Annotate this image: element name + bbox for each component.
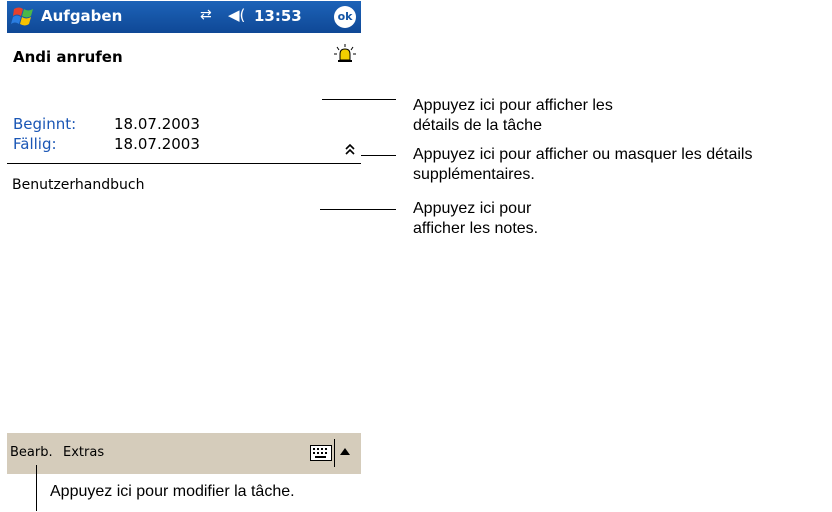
clock-time[interactable]: 13:53: [254, 7, 302, 25]
menu-bar: Bearb. Extras: [7, 432, 361, 474]
annotation-text: afficher les notes.: [413, 220, 539, 237]
alarm-bell-icon: [334, 44, 356, 62]
edit-callout-line: [36, 465, 37, 511]
due-date: 18.07.2003: [114, 135, 200, 153]
edit-menu[interactable]: Bearb.: [10, 445, 53, 460]
notes-callout-line: [320, 209, 396, 210]
annotation-text: Appuyez ici pour afficher ou masquer les…: [413, 146, 753, 163]
details-callout-line: [322, 99, 396, 100]
windows-flag-icon[interactable]: [11, 4, 37, 30]
annotation-text: Appuyez ici pour afficher les: [413, 97, 613, 114]
app-title: Aufgaben: [41, 7, 123, 25]
annotation-text: détails de la tâche: [413, 117, 542, 130]
double-chevron-up-icon[interactable]: [343, 142, 357, 156]
pocket-pc-screen: Aufgaben ⇄ ◀( 13:53 ok Andi anrufen Begi…: [7, 1, 361, 474]
toggle-callout-line: [361, 155, 396, 156]
annotation-text: Appuyez ici pour: [413, 200, 532, 217]
annotation-text: supplémentaires.: [413, 166, 535, 183]
notes-text[interactable]: Benutzerhandbuch: [12, 177, 144, 193]
triangle-up-icon[interactable]: [340, 448, 350, 455]
connectivity-icon[interactable]: ⇄: [200, 7, 212, 23]
input-separator: [334, 439, 335, 467]
keyboard-icon[interactable]: [310, 445, 332, 461]
toggle-annotation: Appuyez ici pour afficher ou masquer les…: [413, 145, 752, 185]
notes-annotation: Appuyez ici pour afficher les notes.: [413, 199, 538, 239]
start-date: 18.07.2003: [114, 115, 200, 133]
speaker-icon[interactable]: ◀(: [228, 6, 245, 24]
edit-annotation: Appuyez ici pour modifier la tâche.: [50, 483, 295, 500]
title-bar: Aufgaben ⇄ ◀( 13:53 ok: [7, 1, 361, 33]
start-label: Beginnt:: [13, 115, 77, 133]
task-title[interactable]: Andi anrufen: [13, 48, 123, 66]
tools-menu[interactable]: Extras: [63, 445, 104, 460]
details-annotation: Appuyez ici pour afficher les détails de…: [413, 96, 613, 130]
ok-button[interactable]: ok: [334, 6, 356, 28]
details-divider: [7, 163, 361, 164]
due-label: Fällig:: [13, 135, 57, 153]
